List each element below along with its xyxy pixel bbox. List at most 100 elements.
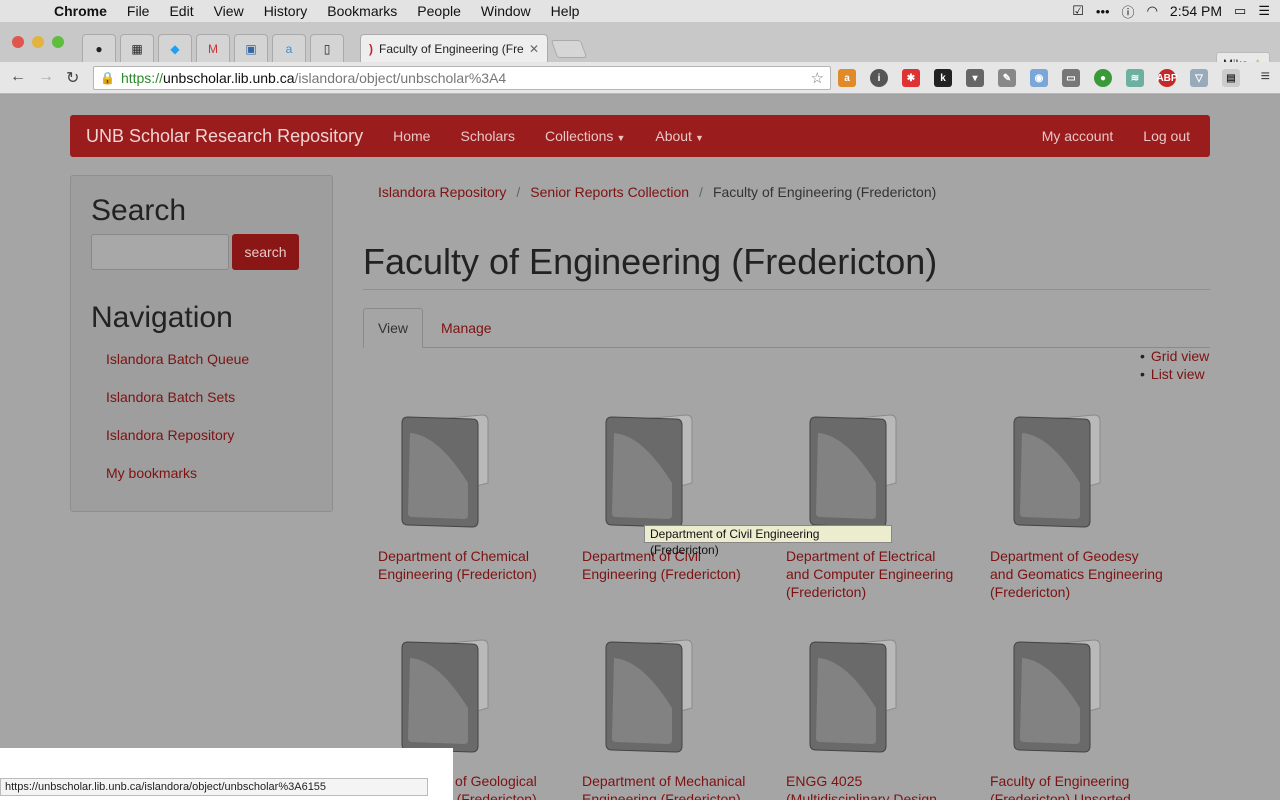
nav-scholars[interactable]: Scholars xyxy=(460,128,514,144)
extension-amazon-icon[interactable]: a xyxy=(838,69,856,87)
collection-item-label-line: Department of Electrical xyxy=(786,548,936,564)
extension-pocket-icon[interactable]: ▾ xyxy=(966,69,984,87)
folder-icon[interactable] xyxy=(806,638,898,756)
collection-item[interactable]: Department of Chemical Engineering (Frede… xyxy=(378,413,558,583)
nav-log-out[interactable]: Log out xyxy=(1143,128,1190,144)
bookmark-star-icon[interactable]: ☆ xyxy=(811,69,824,87)
more-icon[interactable]: ••• xyxy=(1096,4,1110,19)
sidebar-item-bookmarks[interactable]: My bookmarks xyxy=(106,465,197,481)
menu-help[interactable]: Help xyxy=(551,3,580,19)
menu-people[interactable]: People xyxy=(417,3,461,19)
collection-item[interactable]: Department of Geodesy and Geomatics Engin… xyxy=(990,413,1170,601)
tab-github[interactable]: ● xyxy=(82,34,116,62)
battery-icon[interactable]: ▭ xyxy=(1234,3,1246,19)
reload-icon[interactable]: ↻ xyxy=(66,68,79,88)
tab-pinned-7[interactable]: ▯ xyxy=(310,34,344,62)
check-status-icon[interactable]: ☑ xyxy=(1072,3,1084,19)
close-tab-icon[interactable]: ✕ xyxy=(529,42,539,56)
extension-camera-icon[interactable]: ◉ xyxy=(1030,69,1048,87)
close-window-button[interactable] xyxy=(12,36,24,48)
folder-icon[interactable] xyxy=(602,413,694,531)
extension-audio-icon[interactable]: ≋ xyxy=(1126,69,1144,87)
extension-leaf-icon[interactable]: ● xyxy=(1094,69,1112,87)
menu-edit[interactable]: Edit xyxy=(169,3,193,19)
wifi-icon[interactable]: ◠ xyxy=(1147,3,1158,19)
zoom-window-button[interactable] xyxy=(52,36,64,48)
collection-item-label[interactable]: Department of Chemical Engineering (Frede… xyxy=(378,547,558,583)
nav-home[interactable]: Home xyxy=(393,128,430,144)
tab-view[interactable]: View xyxy=(363,308,423,348)
tab-active[interactable]: ) Faculty of Engineering (Fre ✕ xyxy=(360,34,548,62)
grid-view-item: • Grid view xyxy=(1140,348,1209,366)
tab-manage[interactable]: Manage xyxy=(441,320,492,336)
folder-icon[interactable] xyxy=(806,413,898,531)
minimize-window-button[interactable] xyxy=(32,36,44,48)
folder-icon[interactable] xyxy=(398,413,490,531)
forward-icon[interactable]: → xyxy=(38,68,54,86)
url-scheme: https:// xyxy=(120,70,163,86)
collection-item-label-line: (Fredericton) xyxy=(990,584,1071,600)
collection-item[interactable]: Department of Mechanical Engineering (Fre… xyxy=(582,638,762,800)
folder-icon[interactable] xyxy=(602,638,694,756)
menu-app[interactable]: Chrome xyxy=(54,3,107,19)
grid-view-link[interactable]: Grid view xyxy=(1151,348,1209,364)
lock-icon: 🔒 xyxy=(100,71,115,85)
calendar-icon: ▣ xyxy=(245,41,257,56)
collection-item-label-line: and Geomatics Engineering xyxy=(990,566,1163,582)
caret-down-icon: ▼ xyxy=(616,133,626,143)
extension-1password-icon[interactable]: i xyxy=(870,69,888,87)
collection-item[interactable]: Department of Electrical and Computer Eng… xyxy=(786,413,966,601)
menu-window[interactable]: Window xyxy=(481,3,531,19)
password-manager-icon[interactable]: ⓘ xyxy=(1122,2,1135,21)
sidebar-item-repository[interactable]: Islandora Repository xyxy=(106,427,234,443)
nav-collections[interactable]: Collections ▼ xyxy=(545,128,625,144)
menu-bar: Chrome File Edit View History Bookmarks … xyxy=(0,0,1280,22)
tab-pinned-2[interactable]: ▦ xyxy=(120,34,154,62)
nav-my-account[interactable]: My account xyxy=(1042,128,1114,144)
collection-item-label[interactable]: Department of Electrical and Computer Eng… xyxy=(786,547,966,601)
caret-down-icon: ▼ xyxy=(694,133,704,143)
search-button[interactable]: search xyxy=(232,234,299,270)
collection-item-label[interactable]: Faculty of Engineering (Fredericton) Unso… xyxy=(990,772,1170,800)
extension-cast-icon[interactable]: ▭ xyxy=(1062,69,1080,87)
app-icon: a xyxy=(285,41,293,56)
chrome-menu-icon[interactable]: ≡ xyxy=(1261,68,1270,86)
folder-icon[interactable] xyxy=(398,638,490,756)
back-icon[interactable]: ← xyxy=(10,68,26,86)
breadcrumb-repository[interactable]: Islandora Repository xyxy=(378,184,506,200)
extension-evernote-icon[interactable]: ✎ xyxy=(998,69,1016,87)
collection-item[interactable]: ENGG 4025 (Multidisciplinary Design xyxy=(786,638,966,800)
tab-gmail[interactable]: M xyxy=(196,34,230,62)
list-view-link[interactable]: List view xyxy=(1151,366,1205,382)
tab-twitter[interactable]: ◆ xyxy=(158,34,192,62)
nav-about[interactable]: About ▼ xyxy=(655,128,704,144)
breadcrumb: Islandora Repository / Senior Reports Co… xyxy=(378,184,936,200)
collection-item-label[interactable]: ENGG 4025 (Multidisciplinary Design xyxy=(786,772,966,800)
menu-file[interactable]: File xyxy=(127,3,150,19)
new-tab-button[interactable] xyxy=(550,40,588,58)
folder-icon[interactable] xyxy=(1010,638,1102,756)
menu-view[interactable]: View xyxy=(214,3,244,19)
breadcrumb-senior-reports[interactable]: Senior Reports Collection xyxy=(530,184,689,200)
collection-item-label[interactable]: Department of Geodesy and Geomatics Engin… xyxy=(990,547,1170,601)
extension-k-icon[interactable]: k xyxy=(934,69,952,87)
folder-icon[interactable] xyxy=(1010,413,1102,531)
tab-calendar[interactable]: ▣ xyxy=(234,34,268,62)
sidebar-item-batch-sets[interactable]: Islandora Batch Sets xyxy=(106,389,235,405)
notification-center-icon[interactable]: ☰ xyxy=(1258,3,1270,19)
extension-adblock-icon[interactable]: ABP xyxy=(1156,69,1178,87)
collection-item-label[interactable]: Department of Mechanical Engineering (Fre… xyxy=(582,772,762,800)
menu-bookmarks[interactable]: Bookmarks xyxy=(327,3,397,19)
search-input[interactable] xyxy=(91,234,229,270)
extension-document-icon[interactable]: ▤ xyxy=(1222,69,1240,87)
sidebar-item-batch-queue[interactable]: Islandora Batch Queue xyxy=(106,351,249,367)
site-brand[interactable]: UNB Scholar Research Repository xyxy=(86,126,363,147)
clock[interactable]: 2:54 PM xyxy=(1170,3,1222,19)
tab-pinned-6[interactable]: a xyxy=(272,34,306,62)
url-host: unbscholar.lib.unb.ca xyxy=(162,70,295,86)
address-bar[interactable]: 🔒 https:// unbscholar.lib.unb.ca /island… xyxy=(93,66,831,90)
extension-lastpass-icon[interactable]: ✱ xyxy=(902,69,920,87)
extension-filter-icon[interactable]: ▽ xyxy=(1190,69,1208,87)
collection-item[interactable]: Faculty of Engineering (Fredericton) Unso… xyxy=(990,638,1170,800)
menu-history[interactable]: History xyxy=(264,3,308,19)
